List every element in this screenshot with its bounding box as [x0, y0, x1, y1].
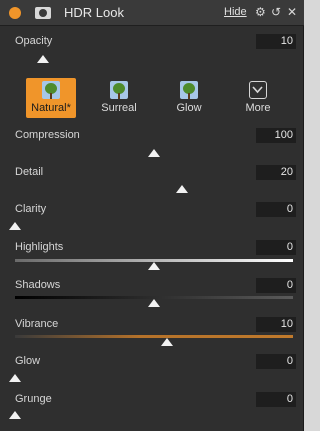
clarity-value[interactable]: 0: [256, 202, 296, 217]
preset-label: More: [245, 102, 271, 114]
panel-header: HDR Look Hide ⚙ ↺ ✕: [0, 0, 304, 26]
gear-icon[interactable]: ⚙: [255, 5, 266, 19]
highlights-slider-thumb[interactable]: [148, 262, 160, 270]
grunge-label: Grunge: [15, 393, 52, 405]
grunge-slider-thumb[interactable]: [9, 411, 21, 419]
preset-more[interactable]: More: [233, 78, 283, 118]
opacity-value[interactable]: 10: [256, 34, 296, 49]
vibrance-gradient-track[interactable]: [15, 335, 293, 338]
grunge-value[interactable]: 0: [256, 392, 296, 407]
tree-thumbnail-icon: [180, 81, 198, 99]
compression-value[interactable]: 100: [256, 128, 296, 143]
tree-thumbnail-icon: [42, 81, 60, 99]
vibrance-label: Vibrance: [15, 318, 59, 330]
opacity-label: Opacity: [15, 35, 53, 47]
preset-glow[interactable]: Glow: [164, 78, 214, 118]
highlights-value[interactable]: 0: [256, 240, 296, 255]
shadows-slider-thumb[interactable]: [148, 299, 160, 307]
detail-slider-thumb[interactable]: [176, 185, 188, 193]
glow-slider-thumb[interactable]: [9, 374, 21, 382]
preset-label: Surreal: [101, 102, 137, 114]
reset-icon[interactable]: ↺: [271, 5, 281, 19]
hide-link[interactable]: Hide: [224, 6, 247, 18]
detail-label: Detail: [15, 166, 44, 178]
preset-label: Natural*: [31, 102, 71, 114]
hdr-look-panel: HDR Look Hide ⚙ ↺ ✕ Opacity 10 Natural* …: [0, 0, 304, 431]
preset-surreal[interactable]: Surreal: [94, 78, 144, 118]
close-icon[interactable]: ✕: [287, 5, 297, 19]
camera-icon[interactable]: [35, 7, 51, 19]
clarity-label: Clarity: [15, 203, 47, 215]
clarity-slider-thumb[interactable]: [9, 222, 21, 230]
glow-label: Glow: [15, 355, 41, 367]
detail-value[interactable]: 20: [256, 165, 296, 180]
glow-value[interactable]: 0: [256, 354, 296, 369]
tree-thumbnail-icon: [110, 81, 128, 99]
opacity-slider-thumb[interactable]: [37, 55, 49, 63]
compression-slider-thumb[interactable]: [148, 149, 160, 157]
vibrance-slider-thumb[interactable]: [161, 338, 173, 346]
vibrance-value[interactable]: 10: [256, 317, 296, 332]
shadows-value[interactable]: 0: [256, 278, 296, 293]
compression-label: Compression: [15, 129, 80, 141]
chevron-down-icon: [249, 81, 267, 99]
shadows-label: Shadows: [15, 279, 61, 291]
highlights-label: Highlights: [15, 241, 64, 253]
preset-label: Glow: [176, 102, 202, 114]
preset-natural[interactable]: Natural*: [26, 78, 76, 118]
power-dot-icon[interactable]: [9, 7, 21, 19]
panel-title: HDR Look: [64, 5, 124, 20]
